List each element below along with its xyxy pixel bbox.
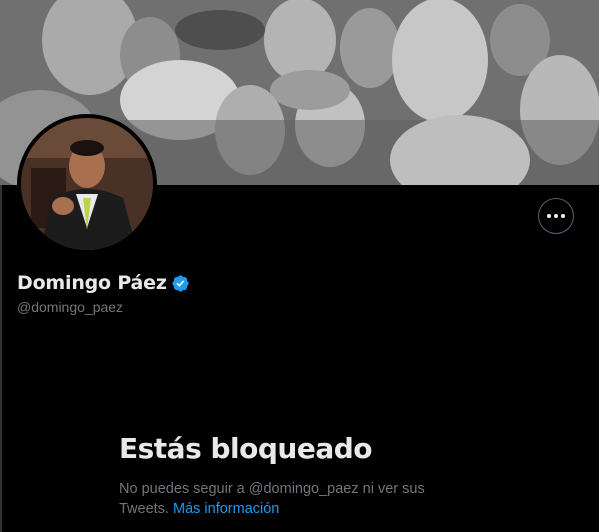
- profile-handle: @domingo_paez: [17, 299, 124, 315]
- more-info-link[interactable]: Más información: [173, 501, 279, 517]
- blocked-title: Estás bloqueado: [119, 432, 373, 465]
- more-horizontal-icon: [547, 214, 565, 218]
- column-border: [0, 185, 2, 532]
- blocked-description: No puedes seguir a @domingo_paez ni ver …: [119, 479, 459, 519]
- more-button[interactable]: [538, 198, 574, 234]
- display-name: Domingo Páez: [17, 272, 167, 294]
- avatar[interactable]: [17, 114, 157, 254]
- verified-badge-icon[interactable]: [171, 274, 190, 293]
- profile-name-row: Domingo Páez: [17, 272, 190, 294]
